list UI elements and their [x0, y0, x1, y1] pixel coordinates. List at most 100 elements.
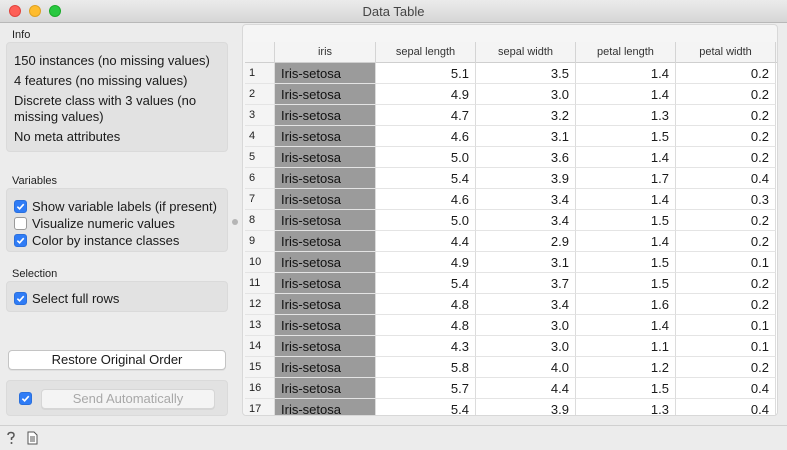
row-index[interactable]: 4 — [245, 126, 275, 147]
value-cell[interactable]: 4.6 — [376, 189, 476, 210]
row-index[interactable]: 2 — [245, 84, 275, 105]
table-row[interactable]: 9 Iris-setosa 4.4 2.9 1.4 0.2 — [245, 231, 777, 252]
table-row[interactable]: 3 Iris-setosa 4.7 3.2 1.3 0.2 — [245, 105, 777, 126]
class-cell[interactable]: Iris-setosa — [275, 336, 376, 357]
value-cell[interactable]: 4.3 — [376, 336, 476, 357]
class-cell[interactable]: Iris-setosa — [275, 84, 376, 105]
table-row[interactable]: 5 Iris-setosa 5.0 3.6 1.4 0.2 — [245, 147, 777, 168]
class-cell[interactable]: Iris-setosa — [275, 378, 376, 399]
value-cell[interactable]: 0.4 — [676, 399, 776, 415]
class-cell[interactable]: Iris-setosa — [275, 315, 376, 336]
value-cell[interactable]: 1.7 — [576, 168, 676, 189]
value-cell[interactable]: 1.4 — [576, 315, 676, 336]
table-row[interactable]: 12 Iris-setosa 4.8 3.4 1.6 0.2 — [245, 294, 777, 315]
column-header[interactable]: iris — [275, 42, 376, 63]
value-cell[interactable]: 0.4 — [676, 168, 776, 189]
value-cell[interactable]: 5.0 — [376, 210, 476, 231]
value-cell[interactable]: 0.1 — [676, 315, 776, 336]
value-cell[interactable]: 0.2 — [676, 147, 776, 168]
value-cell[interactable]: 1.3 — [576, 105, 676, 126]
row-index[interactable]: 10 — [245, 252, 275, 273]
select-full-rows-checkbox[interactable]: Select full rows — [14, 290, 119, 306]
value-cell[interactable]: 1.4 — [576, 147, 676, 168]
value-cell[interactable]: 3.7 — [476, 273, 576, 294]
column-header[interactable]: sepal length — [376, 42, 476, 63]
value-cell[interactable]: 4.7 — [376, 105, 476, 126]
value-cell[interactable]: 0.2 — [676, 210, 776, 231]
visualize-numeric-checkbox[interactable]: Visualize numeric values — [14, 215, 175, 231]
value-cell[interactable]: 1.5 — [576, 126, 676, 147]
value-cell[interactable]: 1.6 — [576, 294, 676, 315]
row-index[interactable]: 16 — [245, 378, 275, 399]
value-cell[interactable]: 5.4 — [376, 168, 476, 189]
value-cell[interactable]: 1.1 — [576, 336, 676, 357]
class-cell[interactable]: Iris-setosa — [275, 63, 376, 84]
row-index[interactable]: 5 — [245, 147, 275, 168]
value-cell[interactable]: 3.0 — [476, 84, 576, 105]
color-by-class-checkbox[interactable]: Color by instance classes — [14, 232, 179, 248]
value-cell[interactable]: 5.0 — [376, 147, 476, 168]
value-cell[interactable]: 4.6 — [376, 126, 476, 147]
row-index[interactable]: 1 — [245, 63, 275, 84]
value-cell[interactable]: 1.5 — [576, 252, 676, 273]
table-row[interactable]: 8 Iris-setosa 5.0 3.4 1.5 0.2 — [245, 210, 777, 231]
value-cell[interactable]: 5.8 — [376, 357, 476, 378]
restore-original-order-button[interactable]: Restore Original Order — [8, 350, 226, 370]
row-index[interactable]: 11 — [245, 273, 275, 294]
class-cell[interactable]: Iris-setosa — [275, 147, 376, 168]
value-cell[interactable]: 3.4 — [476, 210, 576, 231]
show-variable-labels-checkbox[interactable]: Show variable labels (if present) — [14, 198, 217, 214]
send-automatically-checkbox[interactable] — [19, 392, 32, 405]
value-cell[interactable]: 3.9 — [476, 399, 576, 415]
class-cell[interactable]: Iris-setosa — [275, 252, 376, 273]
value-cell[interactable]: 1.4 — [576, 189, 676, 210]
value-cell[interactable]: 4.0 — [476, 357, 576, 378]
table-row[interactable]: 17 Iris-setosa 5.4 3.9 1.3 0.4 — [245, 399, 777, 415]
column-header[interactable]: petal length — [576, 42, 676, 63]
value-cell[interactable]: 3.9 — [476, 168, 576, 189]
class-cell[interactable]: Iris-setosa — [275, 210, 376, 231]
value-cell[interactable]: 4.8 — [376, 315, 476, 336]
value-cell[interactable]: 0.2 — [676, 84, 776, 105]
row-index[interactable]: 12 — [245, 294, 275, 315]
value-cell[interactable]: 4.8 — [376, 294, 476, 315]
row-index[interactable]: 14 — [245, 336, 275, 357]
row-index[interactable]: 15 — [245, 357, 275, 378]
value-cell[interactable]: 3.4 — [476, 189, 576, 210]
table-row[interactable]: 10 Iris-setosa 4.9 3.1 1.5 0.1 — [245, 252, 777, 273]
value-cell[interactable]: 3.1 — [476, 126, 576, 147]
column-header[interactable]: sepal width — [476, 42, 576, 63]
table-row[interactable]: 7 Iris-setosa 4.6 3.4 1.4 0.3 — [245, 189, 777, 210]
value-cell[interactable]: 1.4 — [576, 84, 676, 105]
class-cell[interactable]: Iris-setosa — [275, 357, 376, 378]
column-header[interactable]: petal width — [676, 42, 776, 63]
table-row[interactable]: 16 Iris-setosa 5.7 4.4 1.5 0.4 — [245, 378, 777, 399]
value-cell[interactable]: 1.3 — [576, 399, 676, 415]
value-cell[interactable]: 0.2 — [676, 273, 776, 294]
value-cell[interactable]: 0.2 — [676, 294, 776, 315]
value-cell[interactable]: 5.4 — [376, 399, 476, 415]
value-cell[interactable]: 0.1 — [676, 336, 776, 357]
class-cell[interactable]: Iris-setosa — [275, 294, 376, 315]
class-cell[interactable]: Iris-setosa — [275, 273, 376, 294]
data-table[interactable]: iris sepal length sepal width petal leng… — [245, 42, 777, 415]
value-cell[interactable]: 0.2 — [676, 357, 776, 378]
row-index[interactable]: 6 — [245, 168, 275, 189]
value-cell[interactable]: 0.2 — [676, 105, 776, 126]
report-icon[interactable] — [27, 431, 38, 445]
table-row[interactable]: 13 Iris-setosa 4.8 3.0 1.4 0.1 — [245, 315, 777, 336]
value-cell[interactable]: 1.5 — [576, 210, 676, 231]
value-cell[interactable]: 1.2 — [576, 357, 676, 378]
value-cell[interactable]: 3.4 — [476, 294, 576, 315]
value-cell[interactable]: 4.9 — [376, 252, 476, 273]
value-cell[interactable]: 1.4 — [576, 63, 676, 84]
value-cell[interactable]: 0.2 — [676, 63, 776, 84]
row-index[interactable]: 8 — [245, 210, 275, 231]
value-cell[interactable]: 3.5 — [476, 63, 576, 84]
value-cell[interactable]: 0.1 — [676, 252, 776, 273]
value-cell[interactable]: 5.7 — [376, 378, 476, 399]
value-cell[interactable]: 1.5 — [576, 378, 676, 399]
class-cell[interactable]: Iris-setosa — [275, 126, 376, 147]
splitter-handle[interactable] — [232, 219, 238, 225]
row-index[interactable]: 17 — [245, 399, 275, 415]
